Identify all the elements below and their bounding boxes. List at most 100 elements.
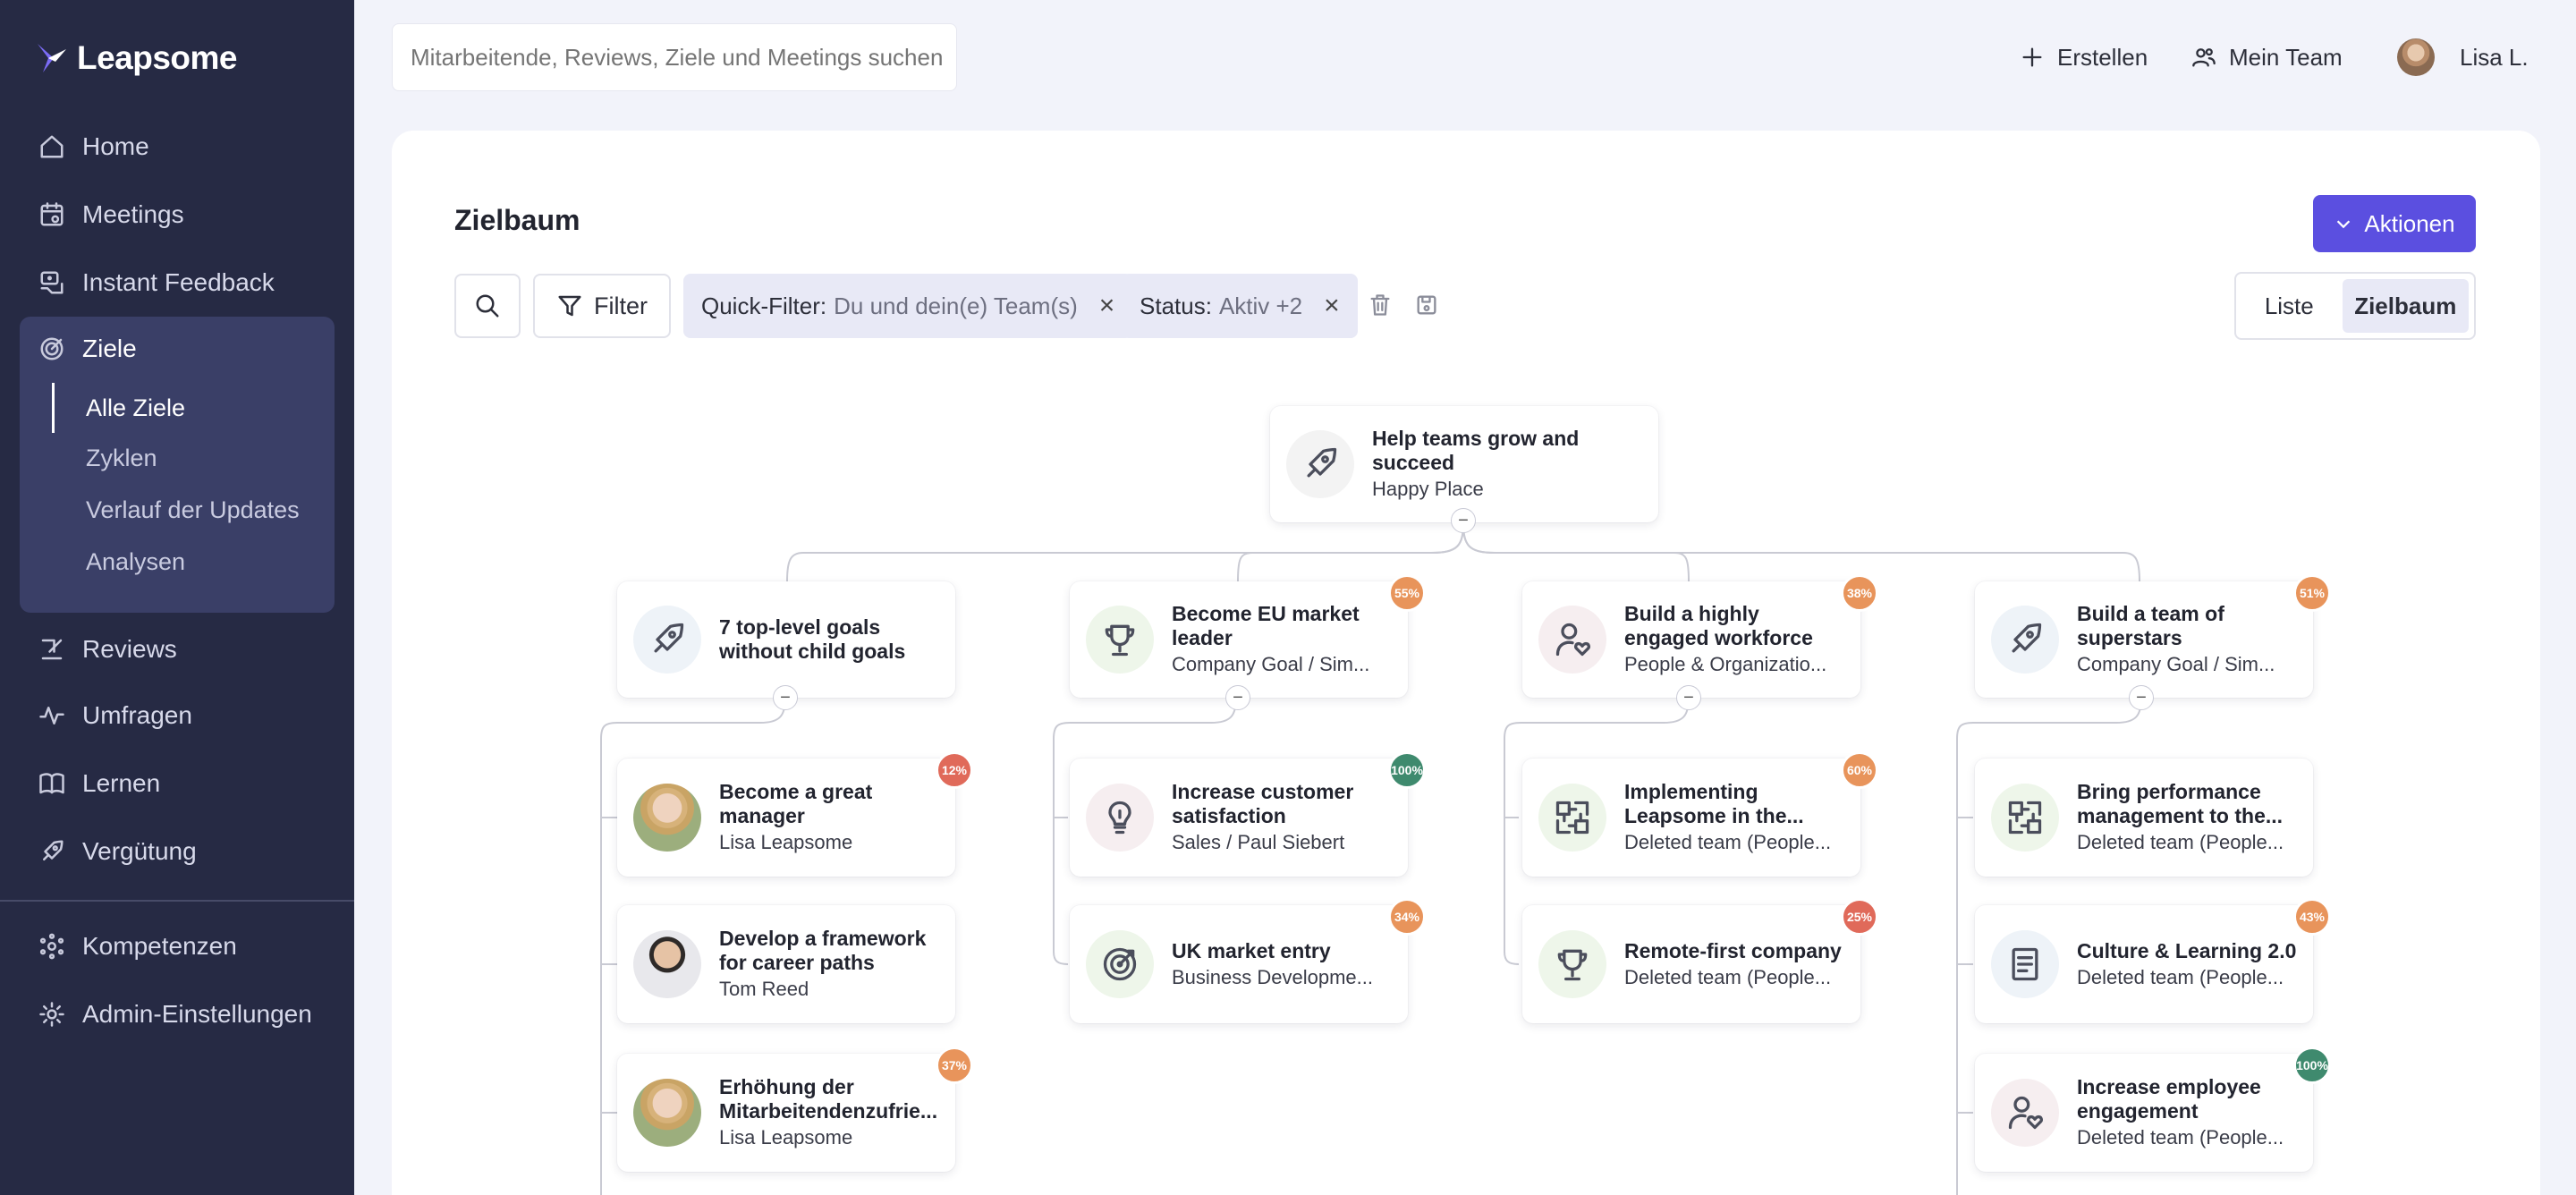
- target-icon: [38, 335, 66, 363]
- goal-node[interactable]: 7 top-level goals without child goals: [617, 581, 955, 698]
- user-name: Lisa L.: [2460, 43, 2529, 71]
- close-icon[interactable]: ×: [1324, 292, 1340, 319]
- rocket-icon: [38, 837, 66, 866]
- gear-icon: [38, 1000, 66, 1029]
- trash-icon[interactable]: [1365, 290, 1395, 320]
- create-button[interactable]: Erstellen: [2020, 38, 2148, 77]
- sidebar-item-instant-feedback[interactable]: Instant Feedback: [38, 265, 275, 301]
- app-name: Leapsome: [77, 39, 238, 76]
- calendar-icon: [38, 200, 66, 229]
- sidebar-item-admin[interactable]: Admin-Einstellungen: [38, 996, 312, 1032]
- avatar: [633, 930, 701, 998]
- goal-title: Build a highly engaged workforce: [1624, 602, 1813, 649]
- sidebar-subitem-alle-ziele[interactable]: Alle Ziele: [86, 392, 185, 424]
- trophy-icon: [1086, 606, 1154, 674]
- goal-subtitle: Deleted team (People...: [1624, 965, 1832, 988]
- sidebar-item-ziele[interactable]: Ziele: [38, 331, 137, 367]
- person-heart-icon: [1538, 606, 1606, 674]
- sidebar-item-umfragen[interactable]: Umfragen: [38, 698, 192, 733]
- goal-subtitle: Company Goal / Sim...: [1172, 653, 1370, 675]
- progress-badge: 38%: [1841, 574, 1878, 612]
- collapse-toggle[interactable]: −: [773, 685, 798, 710]
- chip-value: Aktiv +2: [1218, 292, 1303, 319]
- goal-node[interactable]: Increase customer satisfaction Sales / P…: [1070, 751, 1426, 877]
- search-icon: [476, 294, 499, 318]
- goal-node[interactable]: Become EU market leader Company Goal / S…: [1070, 574, 1426, 698]
- progress-badge: 51%: [2293, 574, 2331, 612]
- close-icon[interactable]: ×: [1099, 292, 1115, 319]
- goal-node[interactable]: UK market entry Business Developme... 34…: [1070, 898, 1426, 1023]
- goal-node[interactable]: Bring performance management to the... D…: [1975, 759, 2313, 877]
- feedback-icon: [38, 268, 66, 297]
- search-input[interactable]: [411, 43, 947, 72]
- goal-title: Become a great manager: [719, 780, 873, 827]
- goal-subtitle: Business Developme...: [1172, 965, 1373, 988]
- search-button[interactable]: [454, 274, 521, 338]
- person-heart-icon: [1991, 1079, 2059, 1147]
- sidebar-item-label: Admin-Einstellungen: [82, 1000, 312, 1028]
- actions-button[interactable]: Aktionen: [2313, 195, 2476, 252]
- progress-badge: 37%: [936, 1047, 973, 1084]
- goal-node[interactable]: Build a highly engaged workforce People …: [1522, 574, 1878, 698]
- sidebar-item-label: Reviews: [82, 635, 177, 663]
- view-toggle: Liste Zielbaum: [2234, 272, 2476, 340]
- document-icon: [1991, 930, 2059, 998]
- filter-icon: [558, 295, 581, 317]
- sidebar-subitem-analysen[interactable]: Analysen: [86, 546, 185, 578]
- progress-badge: 43%: [2293, 898, 2331, 936]
- plus-icon: [2022, 47, 2042, 67]
- trophy-icon: [1538, 930, 1606, 998]
- sub-active-indicator: [52, 383, 55, 433]
- status-filter-chip[interactable]: Status: Aktiv +2 ×: [1122, 274, 1358, 338]
- sidebar-subitem-zyklen[interactable]: Zyklen: [86, 442, 157, 474]
- collapse-toggle[interactable]: −: [1451, 508, 1476, 533]
- goal-subtitle: Sales / Paul Siebert: [1172, 831, 1345, 853]
- goal-node[interactable]: Increase employee engagement Deleted tea…: [1975, 1047, 2331, 1172]
- collapse-toggle[interactable]: −: [1676, 685, 1701, 710]
- goal-subtitle: Lisa Leapsome: [719, 1126, 853, 1148]
- sidebar-item-lernen[interactable]: Lernen: [38, 766, 160, 801]
- goal-node[interactable]: Build a team of superstars Company Goal …: [1975, 574, 2331, 698]
- leapsome-logo[interactable]: Leapsome: [36, 39, 238, 77]
- goal-subtitle: Lisa Leapsome: [719, 831, 853, 853]
- view-option-zielbaum[interactable]: Zielbaum: [2342, 279, 2469, 333]
- global-search[interactable]: [392, 23, 957, 91]
- quick-filter-chip[interactable]: Quick-Filter: Du und dein(e) Team(s) ×: [683, 274, 1133, 338]
- goal-node[interactable]: Develop a framework for career paths Tom…: [617, 905, 955, 1023]
- network-icon: [38, 932, 66, 961]
- goal-node[interactable]: Culture & Learning 2.0 Deleted team (Peo…: [1975, 898, 2331, 1023]
- goal-title: 7 top-level goals without child goals: [719, 615, 906, 663]
- sidebar-divider: [0, 900, 354, 902]
- sidebar-item-kompetenzen[interactable]: Kompetenzen: [38, 928, 237, 964]
- save-icon[interactable]: [1411, 290, 1442, 320]
- view-option-liste[interactable]: Liste: [2241, 279, 2337, 333]
- sidebar-item-label: Instant Feedback: [82, 268, 275, 296]
- team-icon: [2192, 48, 2216, 67]
- goal-node-root[interactable]: Help teams grow and succeed Happy Place: [1270, 406, 1658, 522]
- goal-title: Remote-first company: [1624, 938, 1842, 962]
- filter-button[interactable]: Filter: [533, 274, 671, 338]
- sidebar-item-home[interactable]: Home: [38, 129, 149, 165]
- my-team-button[interactable]: Mein Team: [2191, 38, 2343, 77]
- goal-node[interactable]: Erhöhung der Mitarbeitendenzufrie... Lis…: [617, 1047, 973, 1172]
- sidebar-item-label: Kompetenzen: [82, 932, 237, 960]
- goal-node[interactable]: Remote-first company Deleted team (Peopl…: [1522, 898, 1878, 1023]
- progress-badge: 100%: [2293, 1047, 2331, 1084]
- goal-title: Culture & Learning 2.0: [2077, 938, 2297, 962]
- sidebar-item-label: Umfragen: [82, 701, 192, 729]
- sidebar-item-meetings[interactable]: Meetings: [38, 197, 184, 233]
- goal-node[interactable]: Become a great manager Lisa Leapsome 12%: [617, 751, 973, 877]
- goal-node[interactable]: Implementing Leapsome in the... Deleted …: [1522, 751, 1878, 877]
- chip-key: Status:: [1140, 292, 1212, 319]
- sidebar-subitem-verlauf[interactable]: Verlauf der Updates: [86, 494, 300, 526]
- sidebar-item-reviews[interactable]: Reviews: [38, 631, 177, 667]
- collapse-toggle[interactable]: −: [1225, 685, 1250, 710]
- rocket-icon: [1991, 606, 2059, 674]
- book-icon: [38, 769, 66, 798]
- sidebar-item-verguetung[interactable]: Vergütung: [38, 834, 197, 869]
- rocket-icon: [1286, 430, 1354, 498]
- collapse-toggle[interactable]: −: [2129, 685, 2154, 710]
- goal-subtitle: Deleted team (People...: [2077, 1126, 2284, 1148]
- user-menu[interactable]: Lisa L.: [2397, 38, 2529, 77]
- goal-subtitle: Deleted team (People...: [2077, 831, 2284, 853]
